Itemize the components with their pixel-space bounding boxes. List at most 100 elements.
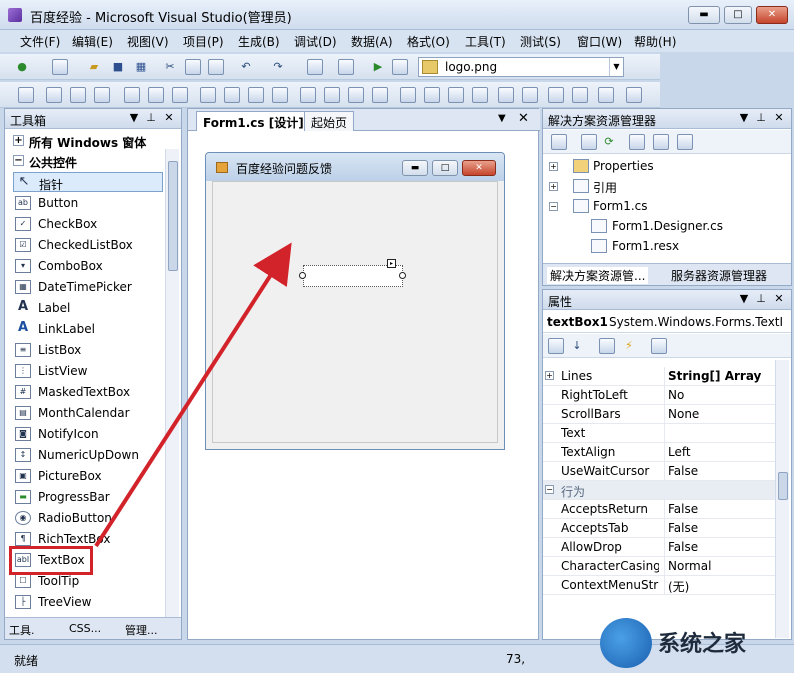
save-icon[interactable]: ■ xyxy=(110,59,126,75)
menu-window[interactable]: 窗口(W) xyxy=(577,33,622,50)
start-debug-icon[interactable]: ▶ xyxy=(370,59,386,75)
navigate-back-icon[interactable] xyxy=(307,59,323,75)
toolbox-category-common-controls[interactable]: − 公共控件 xyxy=(9,151,164,171)
scrollbar-thumb[interactable] xyxy=(778,472,788,500)
chevron-down-icon[interactable]: ▼ xyxy=(609,58,623,76)
property-value[interactable]: False xyxy=(664,462,775,480)
property-pages-icon[interactable] xyxy=(651,338,667,354)
property-value[interactable]: Left xyxy=(664,443,775,461)
collapse-icon[interactable]: − xyxy=(549,202,558,211)
form-maximize-button[interactable]: □ xyxy=(432,160,458,176)
cut-icon[interactable]: ✂ xyxy=(162,59,178,75)
resize-handle-left[interactable] xyxy=(299,272,306,279)
chevron-down-icon[interactable]: ▼ xyxy=(737,111,751,125)
pin-icon[interactable]: ⊥ xyxy=(754,292,768,306)
minimize-button[interactable]: ▬ xyxy=(688,6,720,24)
object-selector[interactable]: textBox1 System.Windows.Forms.TextI xyxy=(543,311,791,333)
toolbox-item-listview[interactable]: ⋮ ListView xyxy=(13,361,163,381)
property-row[interactable]: UseWaitCursor False xyxy=(543,462,775,481)
tab-css[interactable]: CSS... xyxy=(69,622,101,635)
tab-manage[interactable]: 管理... xyxy=(125,622,158,638)
toolbox-scrollbar[interactable] xyxy=(165,149,179,619)
make-same-height-icon[interactable] xyxy=(224,87,240,103)
tree-item-form1-cs[interactable]: − Form1.cs xyxy=(549,197,751,215)
property-row[interactable]: TextAlign Left xyxy=(543,443,775,462)
property-row[interactable]: + Lines String[] Array xyxy=(543,367,775,386)
tree-item-properties[interactable]: + Properties xyxy=(549,157,751,175)
send-to-back-icon[interactable] xyxy=(572,87,588,103)
property-row[interactable]: Text xyxy=(543,424,775,443)
property-value[interactable]: String[] Array xyxy=(664,367,775,385)
menu-test[interactable]: 测试(S) xyxy=(520,33,561,50)
decrease-h-spacing-icon[interactable] xyxy=(348,87,364,103)
categorized-icon[interactable] xyxy=(548,338,564,354)
property-value[interactable]: (无) xyxy=(664,576,775,594)
properties-view-icon[interactable] xyxy=(599,338,615,354)
tree-item-references[interactable]: + 引用 xyxy=(549,177,751,195)
toolbar-options-icon[interactable] xyxy=(626,87,642,103)
close-icon[interactable]: ✕ xyxy=(162,111,176,125)
align-to-grid-icon[interactable] xyxy=(18,87,34,103)
refresh-icon[interactable]: ⟳ xyxy=(601,134,617,150)
form-close-button[interactable]: ✕ xyxy=(462,160,496,176)
toolbox-item-notifyicon[interactable]: ◙ NotifyIcon xyxy=(13,424,163,444)
pin-icon[interactable]: ⊥ xyxy=(754,111,768,125)
close-icon[interactable]: ✕ xyxy=(772,292,786,306)
toolbox-item-checkbox[interactable]: ✓ CheckBox xyxy=(13,214,163,234)
menu-project[interactable]: 项目(P) xyxy=(183,33,224,50)
file-combo[interactable]: logo.png ▼ xyxy=(418,57,624,77)
tree-item-form1-resx[interactable]: Form1.resx xyxy=(591,237,771,255)
textbox1-control[interactable] xyxy=(303,265,403,287)
remove-h-spacing-icon[interactable] xyxy=(372,87,388,103)
toolbox-item-checkedlistbox[interactable]: ☑ CheckedListBox xyxy=(13,235,163,255)
properties-scrollbar[interactable] xyxy=(775,360,789,638)
make-same-size-icon[interactable] xyxy=(248,87,264,103)
size-to-grid-icon[interactable] xyxy=(272,87,288,103)
maximize-button[interactable]: □ xyxy=(724,6,752,24)
toolbox-item-progressbar[interactable]: ▬ ProgressBar xyxy=(13,487,163,507)
increase-v-spacing-icon[interactable] xyxy=(424,87,440,103)
pin-icon[interactable]: ⊥ xyxy=(144,111,158,125)
align-bottoms-icon[interactable] xyxy=(172,87,188,103)
tab-start-page[interactable]: 起始页 xyxy=(304,111,355,131)
open-icon[interactable]: ▰ xyxy=(86,59,102,75)
toolbox-item-datetimepicker[interactable]: ▦ DateTimePicker xyxy=(13,277,163,297)
collapse-icon[interactable]: − xyxy=(13,155,24,166)
vertical-spacing-icon[interactable] xyxy=(400,87,416,103)
toolbox-item-button[interactable]: ab Button xyxy=(13,193,163,213)
chevron-down-icon[interactable]: ▼ xyxy=(127,111,141,125)
close-icon[interactable]: ✕ xyxy=(772,111,786,125)
property-category-behavior[interactable]: − 行为 xyxy=(543,481,775,500)
property-value[interactable] xyxy=(664,424,775,442)
remove-v-spacing-icon[interactable] xyxy=(472,87,488,103)
toolbox-item-treeview[interactable]: ├ TreeView xyxy=(13,592,163,612)
show-all-files-icon[interactable] xyxy=(581,134,597,150)
toolbox-item-combobox[interactable]: ▾ ComboBox xyxy=(13,256,163,276)
navigate-forward-icon[interactable] xyxy=(338,59,354,75)
toolbox-item-radiobutton[interactable]: ◉ RadioButton xyxy=(13,508,163,528)
property-value[interactable]: Normal xyxy=(664,557,775,575)
property-value[interactable]: No xyxy=(664,386,775,404)
menu-edit[interactable]: 编辑(E) xyxy=(72,33,113,50)
make-same-width-icon[interactable] xyxy=(200,87,216,103)
property-row[interactable]: AcceptsTab False xyxy=(543,519,775,538)
toolbox-item-linklabel[interactable]: A LinkLabel xyxy=(13,319,163,339)
smart-tag-icon[interactable]: ▸ xyxy=(387,259,396,268)
tab-order-icon[interactable] xyxy=(598,87,614,103)
toolbox-item-maskedtextbox[interactable]: # MaskedTextBox xyxy=(13,382,163,402)
toolbox-category-all-windows-forms[interactable]: + 所有 Windows 窗体 xyxy=(9,131,164,151)
save-all-icon[interactable]: ▦ xyxy=(133,59,149,75)
property-value[interactable]: False xyxy=(664,538,775,556)
view-designer-icon[interactable] xyxy=(653,134,669,150)
expand-icon[interactable]: + xyxy=(549,182,558,191)
increase-h-spacing-icon[interactable] xyxy=(324,87,340,103)
tab-solution-explorer[interactable]: 解决方案资源管... xyxy=(547,267,649,284)
tab-server-explorer[interactable]: 服务器资源管理器 xyxy=(671,267,767,284)
property-row[interactable]: ScrollBars None xyxy=(543,405,775,424)
expand-icon[interactable]: + xyxy=(13,135,24,146)
events-icon[interactable]: ⚡ xyxy=(621,338,637,354)
toolbox-item-pointer[interactable]: ↖ 指针 xyxy=(13,172,163,192)
chevron-down-icon[interactable]: ▼ xyxy=(737,292,751,306)
menu-view[interactable]: 视图(V) xyxy=(127,33,169,50)
class-diagram-icon[interactable] xyxy=(677,134,693,150)
